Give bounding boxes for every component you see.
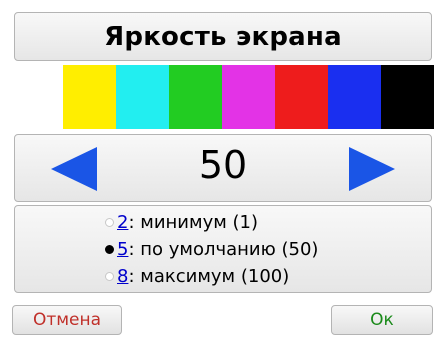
radio-icon[interactable] [105, 271, 114, 281]
preset-list: 2 : минимум (1) 5 : по умолчанию (50) 8 … [14, 205, 432, 293]
swatch-yellow [63, 65, 116, 129]
swatch-white [10, 65, 63, 129]
swatch-magenta [222, 65, 275, 129]
color-swatch-strip [10, 65, 434, 129]
cancel-button[interactable]: Отмена [12, 305, 122, 335]
swatch-blue [328, 65, 381, 129]
ok-button[interactable]: Ок [331, 305, 433, 335]
title-bar: Яркость экрана [14, 12, 432, 61]
right-arrow-icon[interactable] [349, 147, 395, 191]
swatch-red [275, 65, 328, 129]
preset-option-maximum[interactable]: 8 : максимум (100) [105, 264, 289, 288]
brightness-dialog: Яркость экрана 50 2 : минимум (1) 5 : по… [0, 0, 444, 338]
swatch-cyan [116, 65, 169, 129]
radio-icon[interactable] [105, 244, 114, 254]
preset-label: : максимум (100) [128, 265, 290, 287]
preset-key-link[interactable]: 2 [117, 212, 128, 233]
brightness-value-bar: 50 [14, 134, 432, 202]
preset-key-link[interactable]: 5 [117, 239, 128, 260]
radio-icon[interactable] [105, 217, 114, 227]
preset-option-default[interactable]: 5 : по умолчанию (50) [105, 237, 318, 261]
swatch-black [381, 65, 434, 129]
preset-label: : по умолчанию (50) [128, 238, 319, 260]
preset-label: : минимум (1) [128, 211, 259, 233]
dialog-title: Яркость экрана [104, 21, 342, 52]
swatch-green [169, 65, 222, 129]
preset-key-link[interactable]: 8 [117, 266, 128, 287]
preset-option-minimum[interactable]: 2 : минимум (1) [105, 210, 258, 234]
